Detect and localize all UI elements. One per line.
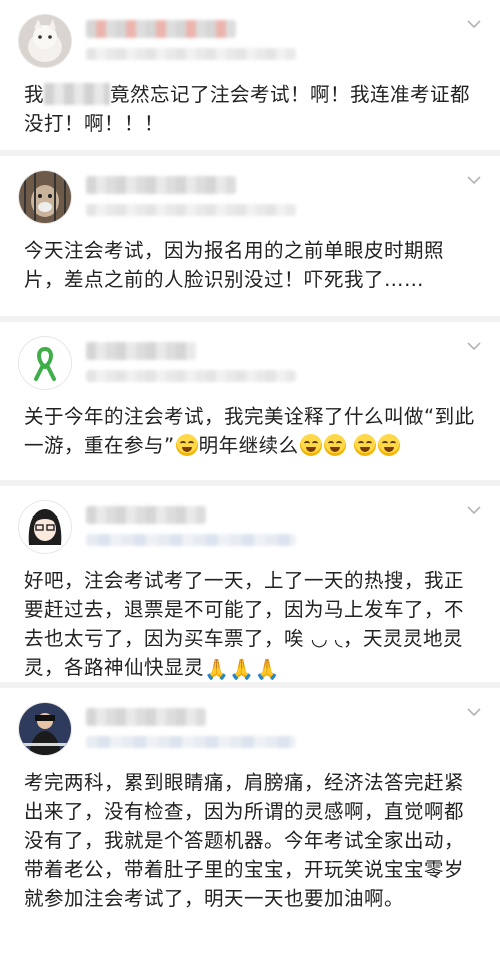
cat-avatar-icon <box>19 15 71 67</box>
comment-text: 关于今年的注会考试，我完美诠释了什么叫做“到此一游，重在参与” 明年继续么 <box>24 405 475 457</box>
comment-card: 关于今年的注会考试，我完美诠释了什么叫做“到此一游，重在参与” 明年继续么 <box>0 322 500 486</box>
laugh-cry-emoji <box>378 434 401 456</box>
girl-avatar-icon <box>19 501 71 553</box>
laugh-cry-emoji <box>323 434 346 456</box>
avatar[interactable] <box>18 170 72 224</box>
username[interactable] <box>86 176 236 194</box>
avatar[interactable] <box>18 336 72 390</box>
pray-emoji: 🙏 <box>204 657 230 681</box>
post-meta <box>86 370 296 382</box>
avatar[interactable] <box>18 500 72 554</box>
comment-text: 今天注会考试，因为报名用的之前单眼皮时期照片，差点之前的人脸识别没过！吓死我了…… <box>24 239 445 291</box>
comment-text: 我竟然忘记了注会考试！啊！我连准考证都没打！啊！！！ <box>24 83 471 135</box>
post-meta <box>86 736 296 748</box>
avatar[interactable] <box>18 702 72 756</box>
username[interactable] <box>86 342 196 360</box>
post-meta <box>86 534 296 546</box>
laugh-cry-emoji <box>354 434 377 456</box>
comment-text: 好吧，注会考试考了一天，上了一天的热搜，我正要赶过去，退票是不可能了，因为马上发… <box>18 566 482 684</box>
post-meta <box>86 204 296 216</box>
username[interactable] <box>86 506 206 524</box>
comment-feed: 我竟然忘记了注会考试！啊！我连准考证都没打！啊！！！ 今天注会考试，因为报名用的… <box>0 0 500 967</box>
comment-text: 考完两科，累到眼睛痛，肩膀痛，经济法答完赶紧出来了，没有检查，因为所谓的灵感啊，… <box>24 771 465 910</box>
chevron-down-icon[interactable] <box>466 704 482 720</box>
chevron-down-icon[interactable] <box>466 172 482 188</box>
redacted-text <box>44 83 111 105</box>
chevron-down-icon[interactable] <box>466 16 482 32</box>
chevron-down-icon[interactable] <box>466 502 482 518</box>
comment-card: 考完两科，累到眼睛痛，肩膀痛，经济法答完赶紧出来了，没有检查，因为所谓的灵感啊，… <box>0 688 500 967</box>
post-meta <box>86 48 296 60</box>
comment-card: 今天注会考试，因为报名用的之前单眼皮时期照片，差点之前的人脸识别没过！吓死我了…… <box>0 156 500 322</box>
laugh-cry-emoji <box>175 434 198 456</box>
username[interactable] <box>86 708 206 726</box>
laugh-cry-emoji <box>299 434 322 456</box>
person-avatar-icon <box>19 703 71 755</box>
username[interactable] <box>86 20 236 38</box>
dog-avatar-icon <box>19 171 71 223</box>
green-ribbon-icon <box>19 337 71 389</box>
chevron-down-icon[interactable] <box>466 338 482 354</box>
pray-emoji: 🙏 <box>254 657 281 681</box>
avatar[interactable] <box>18 14 72 68</box>
comment-card: 好吧，注会考试考了一天，上了一天的热搜，我正要赶过去，退票是不可能了，因为马上发… <box>0 486 500 688</box>
pray-emoji: 🙏 <box>229 657 255 681</box>
comment-card: 我竟然忘记了注会考试！啊！我连准考证都没打！啊！！！ <box>0 0 500 156</box>
